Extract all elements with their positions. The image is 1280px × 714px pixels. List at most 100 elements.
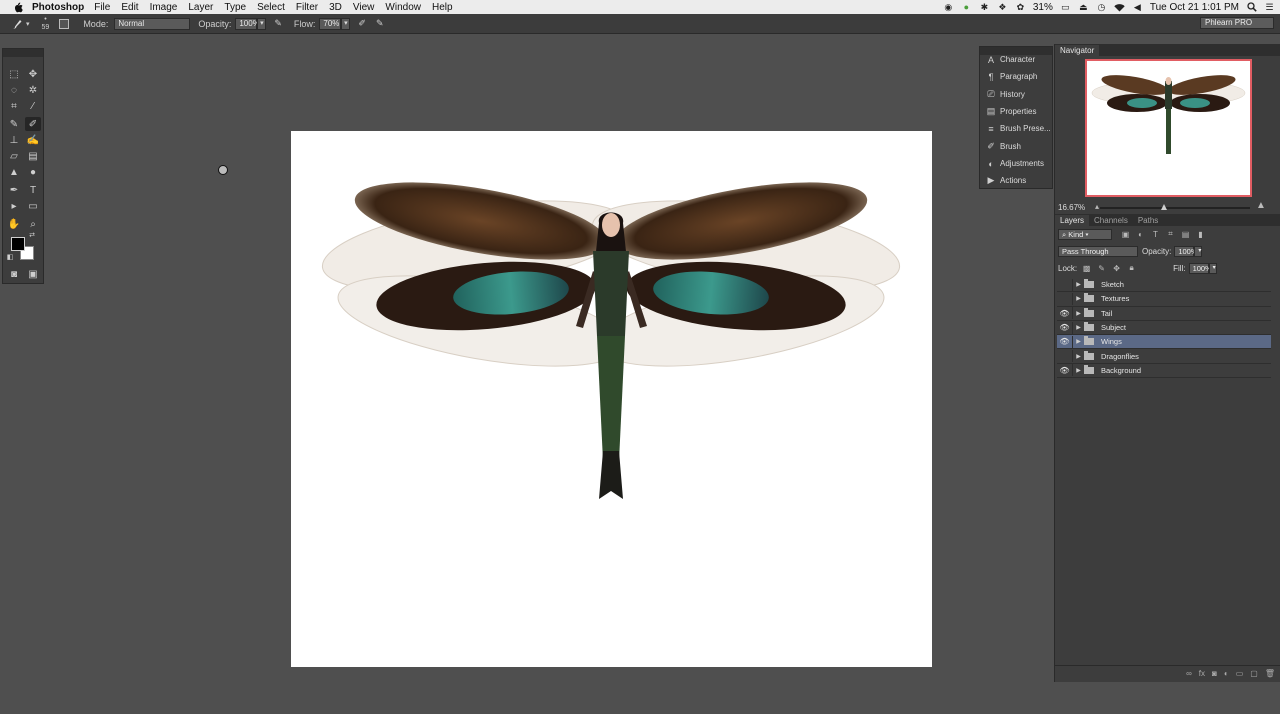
visibility-toggle[interactable] xyxy=(1057,278,1073,291)
fill-arrow[interactable]: ▾ xyxy=(1208,262,1217,274)
layer-group-background[interactable]: 👁︎ ▶ Background xyxy=(1057,364,1271,379)
marquee-tool-icon[interactable]: ⬚ xyxy=(6,67,22,81)
tool-preset-picker[interactable]: ▾ xyxy=(10,18,30,30)
crop-tool-icon[interactable]: ⌗ xyxy=(6,99,22,113)
lock-pixels-icon[interactable]: ✎ xyxy=(1096,263,1107,274)
screen-mode-icon[interactable]: ▣ xyxy=(25,267,41,281)
filter-pixel-icon[interactable]: ▣ xyxy=(1120,229,1131,240)
timemachine-icon[interactable]: ◷ xyxy=(1096,2,1107,13)
adobe-icon[interactable]: ✿ xyxy=(1015,2,1026,13)
layer-group-textures[interactable]: ▶ Textures xyxy=(1057,292,1271,307)
visibility-toggle[interactable]: 👁︎ xyxy=(1057,321,1073,334)
app-name-menu[interactable]: Photoshop xyxy=(32,2,84,13)
pressure-size-icon[interactable]: ✎ xyxy=(376,18,384,29)
tab-channels[interactable]: Channels xyxy=(1089,215,1133,226)
dodge-tool-icon[interactable]: ● xyxy=(25,165,41,179)
dock-item-character[interactable]: A Character xyxy=(980,51,1054,68)
new-group-icon[interactable]: ▭ xyxy=(1236,669,1244,678)
visibility-toggle[interactable] xyxy=(1057,292,1073,305)
airbrush-icon[interactable]: ✐ xyxy=(358,18,366,29)
menu-view[interactable]: View xyxy=(353,2,375,13)
visibility-toggle[interactable]: 👁︎ xyxy=(1057,364,1073,377)
filter-smartobject-icon[interactable]: ▤ xyxy=(1180,229,1191,240)
opacity-slider-arrow[interactable]: ▾ xyxy=(257,17,267,30)
dock-item-properties[interactable]: ▤ Properties xyxy=(980,103,1054,120)
layer-style-icon[interactable]: fx xyxy=(1199,669,1205,678)
brush-tool-icon[interactable]: ✐ xyxy=(25,117,41,131)
dock-item-paragraph[interactable]: ¶ Paragraph xyxy=(980,68,1054,85)
layer-group-subject[interactable]: 👁︎ ▶ Subject xyxy=(1057,321,1271,336)
menu-edit[interactable]: Edit xyxy=(121,2,138,13)
tab-navigator[interactable]: Navigator xyxy=(1055,45,1100,56)
pen-tool-icon[interactable]: ✒ xyxy=(6,183,22,197)
dock-item-brush-presets[interactable]: ≡ Brush Prese... xyxy=(980,120,1054,137)
apple-menu-icon[interactable] xyxy=(11,1,24,14)
delete-layer-icon[interactable]: 🗑︎ xyxy=(1265,669,1275,678)
brush-panel-toggle-icon[interactable] xyxy=(59,18,70,29)
mode-dropdown[interactable]: Normal xyxy=(114,17,191,30)
layer-opacity-field[interactable]: 100% xyxy=(1174,245,1198,257)
clock[interactable]: Tue Oct 21 1:01 PM xyxy=(1150,2,1239,13)
zoom-out-icon[interactable]: ▴ xyxy=(1095,202,1099,211)
layer-group-wings[interactable]: 👁︎ ▶ Wings xyxy=(1057,335,1271,350)
default-colors-icon[interactable]: ◧ xyxy=(5,253,15,261)
lock-position-icon[interactable]: ✥ xyxy=(1111,263,1122,274)
menu-type[interactable]: Type xyxy=(224,2,246,13)
layer-opacity-arrow[interactable]: ▾ xyxy=(1194,245,1203,257)
type-tool-icon[interactable]: T xyxy=(25,183,41,197)
wifi-icon[interactable] xyxy=(1114,2,1125,13)
menu-image[interactable]: Image xyxy=(150,2,178,13)
eraser-tool-icon[interactable]: ▱ xyxy=(6,149,22,163)
dock-item-history[interactable]: ⎚ History xyxy=(980,86,1054,103)
dock-item-brush[interactable]: ✐ Brush xyxy=(980,138,1054,155)
menu-3d[interactable]: 3D xyxy=(329,2,342,13)
zoom-in-icon[interactable]: ▲ xyxy=(1256,200,1266,211)
new-layer-icon[interactable]: ▢ xyxy=(1250,669,1258,678)
menu-help[interactable]: Help xyxy=(432,2,453,13)
lock-all-icon[interactable]: 🔒︎ xyxy=(1126,263,1137,274)
filter-shape-icon[interactable]: ⌗ xyxy=(1165,229,1176,240)
navigator-zoom-knob[interactable] xyxy=(1161,204,1167,210)
tab-layers[interactable]: Layers xyxy=(1055,215,1090,226)
spotlight-icon[interactable] xyxy=(1246,2,1257,13)
dock-item-adjustments[interactable]: ◐ Adjustments xyxy=(980,155,1054,172)
document-canvas[interactable] xyxy=(291,131,932,667)
notification-center-icon[interactable]: ☰ xyxy=(1264,2,1275,13)
workspace-switcher[interactable]: Phlearn PRO xyxy=(1200,17,1274,29)
record-icon[interactable]: ◉ xyxy=(943,2,954,13)
bluetooth-icon[interactable]: ✱ xyxy=(979,2,990,13)
menu-filter[interactable]: Filter xyxy=(296,2,318,13)
filter-type-icon[interactable]: T xyxy=(1150,229,1161,240)
dropbox-icon[interactable]: ❖ xyxy=(997,2,1008,13)
visibility-toggle[interactable]: 👁︎ xyxy=(1057,335,1073,348)
blend-mode-dropdown[interactable]: Pass Through xyxy=(1058,245,1138,257)
eject-icon[interactable]: ⏏ xyxy=(1078,2,1089,13)
lock-transparent-icon[interactable]: ▩ xyxy=(1081,263,1092,274)
flow-slider-arrow[interactable]: ▾ xyxy=(341,17,351,30)
layer-group-sketch[interactable]: ▶ Sketch xyxy=(1057,278,1271,293)
expand-triangle-icon[interactable]: ▶ xyxy=(1073,281,1084,288)
expand-triangle-icon[interactable]: ▶ xyxy=(1073,324,1084,331)
expand-triangle-icon[interactable]: ▶ xyxy=(1073,295,1084,302)
link-layers-icon[interactable]: ∞ xyxy=(1186,669,1192,678)
filter-adjustment-icon[interactable]: ◐ xyxy=(1135,229,1146,240)
fill-field[interactable]: 100% xyxy=(1188,262,1212,274)
expand-triangle-icon[interactable]: ▶ xyxy=(1073,367,1084,374)
opacity-field[interactable]: 100% xyxy=(235,17,260,30)
layer-group-dragonflies[interactable]: ▶ Dragonflies xyxy=(1057,349,1271,364)
swap-colors-icon[interactable]: ⇄ xyxy=(27,231,37,239)
menu-layer[interactable]: Layer xyxy=(188,2,213,13)
blur-tool-icon[interactable]: ▲ xyxy=(6,165,22,179)
magic-wand-tool-icon[interactable]: ✲ xyxy=(25,83,41,97)
move-tool-icon[interactable]: ✥ xyxy=(25,67,41,81)
hand-tool-icon[interactable]: ✋ xyxy=(6,217,22,231)
eyedropper-tool-icon[interactable]: ⁄ xyxy=(25,99,41,113)
dock-item-actions[interactable]: ▶ Actions xyxy=(980,172,1054,189)
foreground-color-swatch[interactable] xyxy=(11,237,25,251)
navigator-zoom-slider[interactable] xyxy=(1100,207,1250,209)
visibility-toggle[interactable]: 👁︎ xyxy=(1057,307,1073,320)
menu-file[interactable]: File xyxy=(94,2,110,13)
expand-triangle-icon[interactable]: ▶ xyxy=(1073,353,1084,360)
tab-paths[interactable]: Paths xyxy=(1133,215,1163,226)
filter-toggle-icon[interactable]: ▮ xyxy=(1195,229,1206,240)
